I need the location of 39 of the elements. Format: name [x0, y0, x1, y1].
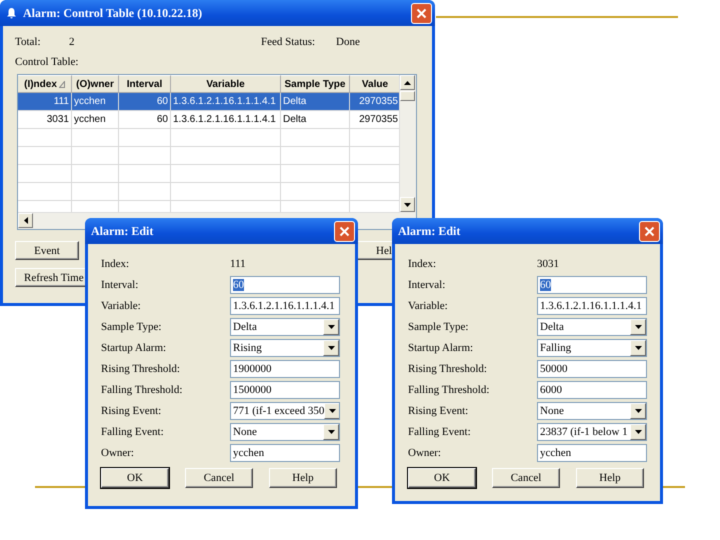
- index-value: 3031: [537, 258, 559, 270]
- table-cell: Delta: [281, 93, 350, 111]
- field-label: Interval:: [408, 278, 446, 290]
- table-cell: ycchen: [72, 93, 119, 111]
- field-label: Owner:: [101, 446, 135, 458]
- index-value: 111: [230, 258, 246, 270]
- table-label: Control Table:: [15, 56, 78, 68]
- field-label: Rising Threshold:: [101, 362, 181, 374]
- table-cell: Delta: [281, 111, 350, 129]
- field-label: Index:: [101, 258, 130, 270]
- field-label: Falling Event:: [408, 426, 472, 438]
- feed-status-label: Feed Status:: [261, 36, 316, 48]
- field-label: Variable:: [408, 300, 449, 312]
- field-label: Sample Type:: [408, 320, 470, 332]
- field-label: Rising Threshold:: [408, 362, 488, 374]
- table-cell: 1.3.6.1.2.1.16.1.1.1.4.1: [171, 111, 281, 129]
- field-label: Falling Event:: [101, 426, 165, 438]
- field-label: Sample Type:: [101, 320, 162, 332]
- field-label: Index:: [408, 258, 438, 270]
- table-cell: 3031: [18, 111, 72, 129]
- field-label: Owner:: [408, 446, 442, 458]
- feed-status-value: Done: [336, 36, 360, 48]
- window-title: Alarm: Control Table (10.10.22.18): [23, 6, 204, 20]
- field-label: Startup Alarm:: [408, 342, 474, 354]
- table-cell: 111: [18, 93, 72, 111]
- table-cell: 60: [119, 111, 171, 129]
- field-label: Falling Threshold:: [101, 384, 184, 396]
- table-cell: 1.3.6.1.2.1.16.1.1.1.4.1: [171, 93, 281, 111]
- table-cell: ycchen: [72, 111, 119, 129]
- total-value: 2: [69, 36, 74, 48]
- field-label: Startup Alarm:: [101, 342, 168, 354]
- window-title: Alarm: Edit: [91, 224, 154, 238]
- total-label: Total:: [15, 36, 41, 48]
- window-title: Alarm: Edit: [398, 224, 462, 238]
- field-label: Rising Event:: [101, 404, 162, 416]
- field-label: Falling Threshold:: [408, 384, 490, 396]
- table-cell: 60: [119, 93, 171, 111]
- field-label: Variable:: [101, 300, 142, 312]
- field-label: Rising Event:: [408, 404, 470, 416]
